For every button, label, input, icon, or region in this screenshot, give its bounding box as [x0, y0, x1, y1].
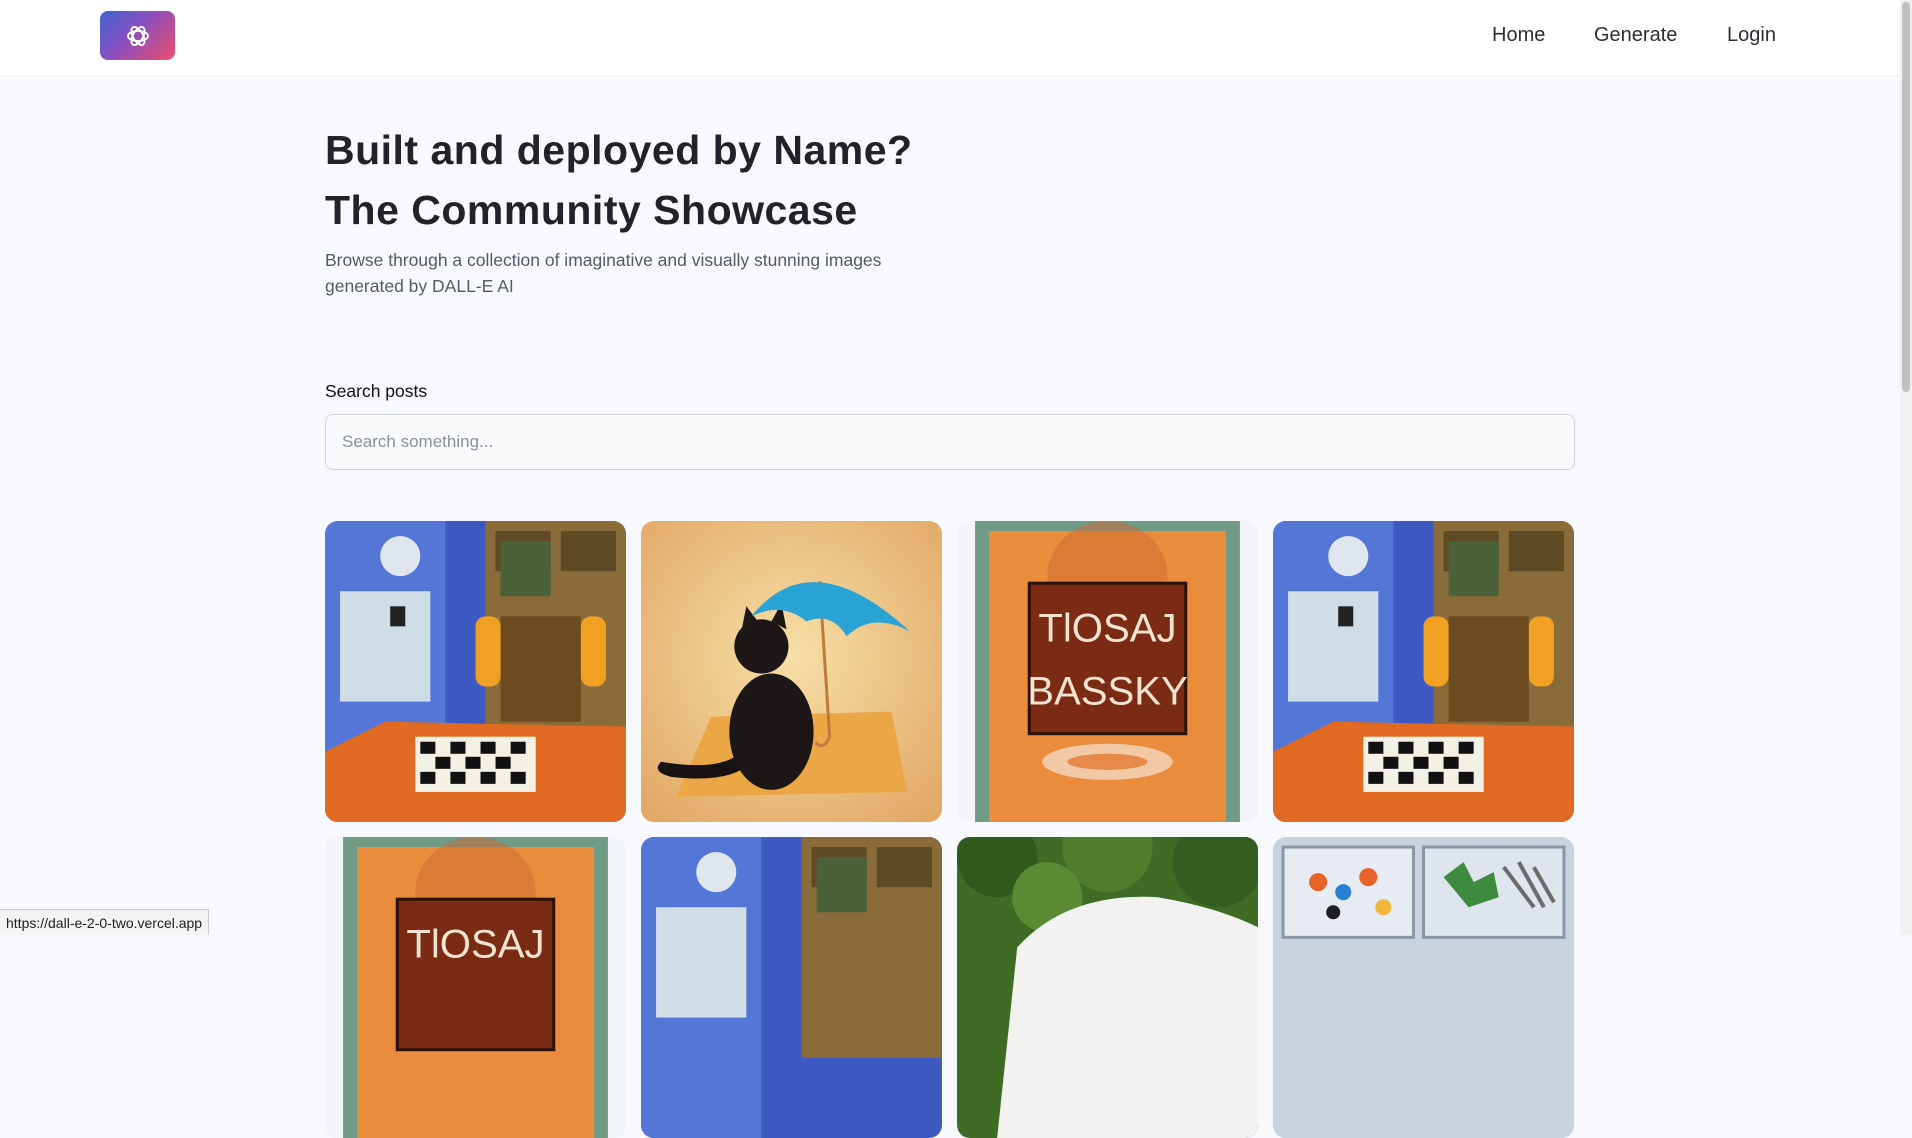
page-subtitle: Browse through a collection of imaginati… — [325, 247, 915, 299]
post-card-jewelry-box[interactable] — [1273, 837, 1574, 1138]
jewelry-box-image — [1273, 837, 1574, 1138]
search-input[interactable] — [325, 414, 1575, 470]
post-card-robots-chess-3[interactable] — [641, 837, 942, 1138]
scrollbar-thumb[interactable] — [1902, 2, 1910, 392]
page-subtitle-line1: Browse through a collection of imaginati… — [325, 250, 882, 270]
page-subtitle-line2: generated by DALL-E AI — [325, 276, 514, 296]
orange-poster-image-2: TlOSAJ — [325, 837, 626, 1138]
robots-chess-image-3 — [641, 837, 942, 1138]
post-card-robots-chess-2[interactable] — [1273, 521, 1574, 822]
poster-text-line2: BASSKY — [1027, 669, 1188, 714]
orange-poster-image: TlOSAJ BASSKY — [957, 521, 1258, 822]
post-card-orange-poster-2[interactable]: TlOSAJ — [325, 837, 626, 1138]
page-title-line1: Built and deployed by Name? — [325, 127, 913, 173]
status-bar-url: https://dall-e-2-0-two.vercel.app — [0, 909, 210, 935]
robots-chess-image-2 — [1273, 521, 1574, 822]
poster-text-line1: TlOSAJ — [1038, 605, 1176, 650]
site-header: Home Generate Login — [0, 0, 1900, 76]
white-object-grass-image — [957, 837, 1258, 1138]
page-title: Built and deployed by Name? The Communit… — [325, 120, 913, 240]
page-scrollbar[interactable] — [1900, 0, 1912, 935]
logo-link[interactable] — [100, 11, 175, 60]
nav-login-link[interactable]: Login — [1727, 24, 1776, 47]
post-card-robots-chess[interactable] — [325, 521, 626, 822]
openai-logo-icon — [126, 25, 149, 46]
nav-generate-link[interactable]: Generate — [1594, 24, 1677, 47]
post-card-cat-umbrella[interactable] — [641, 521, 942, 822]
poster-text-line1: TlOSAJ — [406, 921, 544, 966]
post-card-orange-poster[interactable]: TlOSAJ BASSKY — [957, 521, 1258, 822]
robots-chess-image — [325, 521, 626, 822]
page-title-line2: The Community Showcase — [325, 187, 858, 233]
nav-home-link[interactable]: Home — [1492, 24, 1545, 47]
search-label: Search posts — [325, 381, 428, 401]
post-card-white-object-grass[interactable] — [957, 837, 1258, 1138]
cat-umbrella-image — [641, 521, 942, 822]
